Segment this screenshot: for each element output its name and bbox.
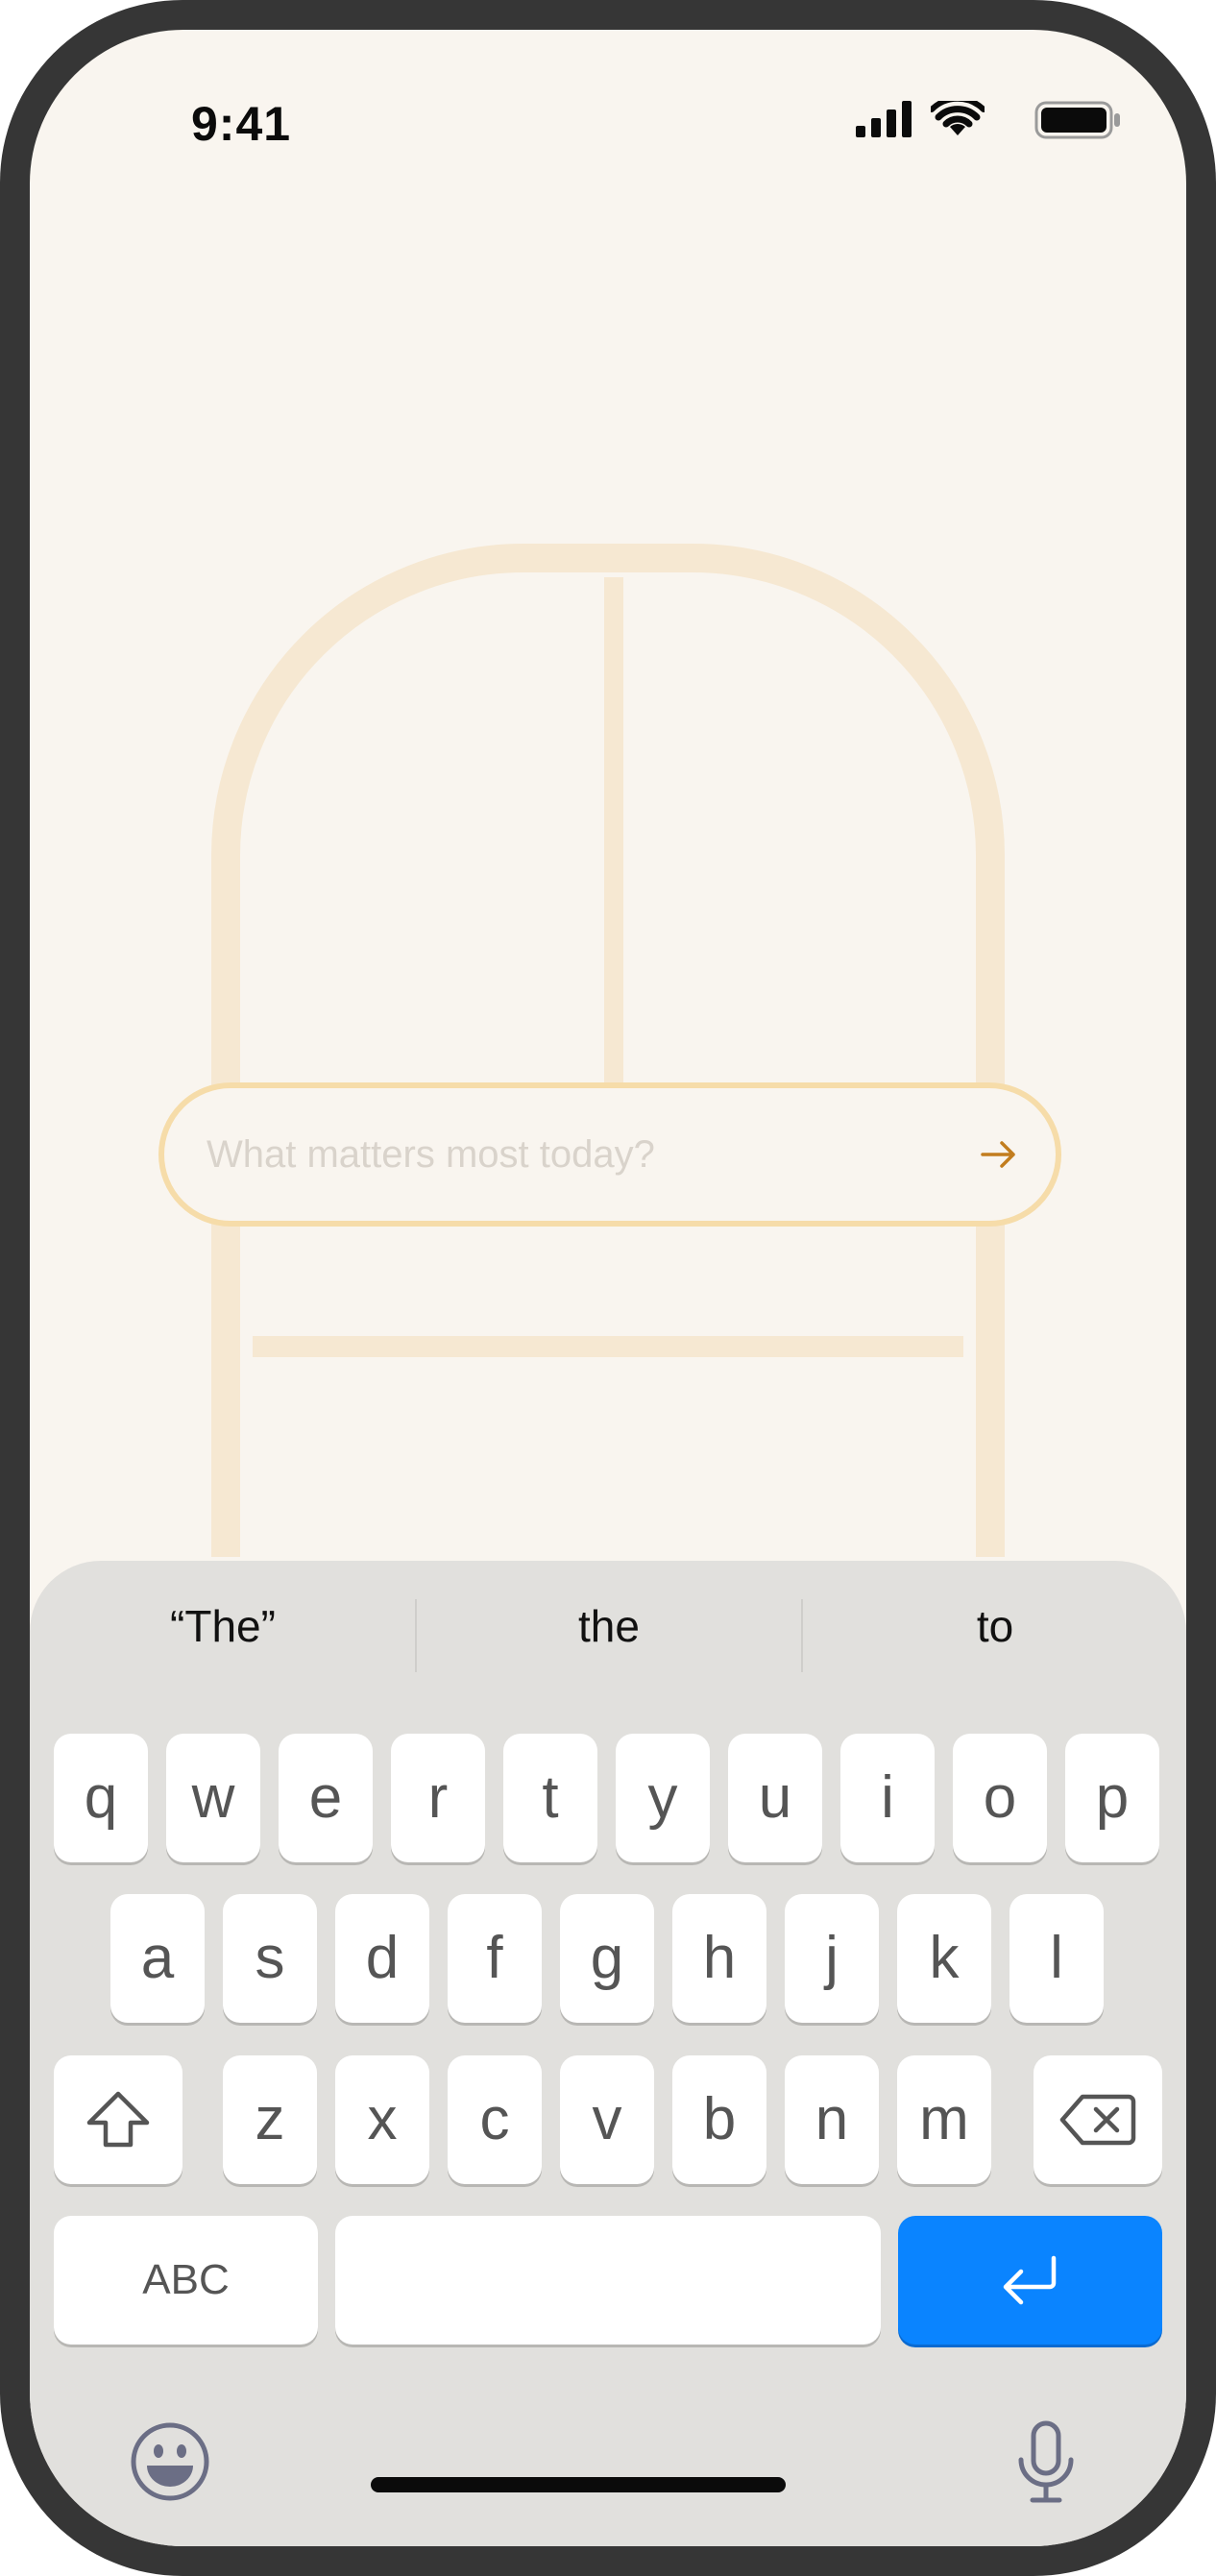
emoji-icon[interactable] [130, 2421, 210, 2502]
signal-icon [856, 101, 912, 137]
key-i[interactable]: i [840, 1734, 935, 1862]
key-e[interactable]: e [279, 1734, 373, 1862]
wifi-icon [931, 101, 985, 135]
prompt-input[interactable] [207, 1088, 936, 1221]
shift-key[interactable] [54, 2055, 182, 2184]
key-s[interactable]: s [223, 1894, 317, 2023]
screen: 9:41 What matters most today? “The” the … [30, 30, 1186, 2546]
suggestion-bar: “The” the to [30, 1561, 1186, 1693]
suggestion-1[interactable]: “The” [30, 1588, 416, 1665]
key-a[interactable]: a [110, 1894, 205, 2023]
key-v[interactable]: v [560, 2055, 654, 2184]
status-time: 9:41 [191, 97, 292, 151]
return-icon [1003, 2255, 1056, 2305]
key-h[interactable]: h [672, 1894, 766, 2023]
key-j[interactable]: j [785, 1894, 879, 2023]
home-indicator[interactable] [371, 2477, 786, 2492]
key-r[interactable]: r [391, 1734, 485, 1862]
battery-icon [1034, 101, 1120, 139]
space-key[interactable] [335, 2216, 881, 2345]
prompt-bar [158, 1082, 1061, 1227]
return-key[interactable] [898, 2216, 1162, 2345]
suggestion-2[interactable]: the [416, 1588, 802, 1665]
delete-icon [1059, 2094, 1136, 2146]
key-b[interactable]: b [672, 2055, 766, 2184]
keyboard: “The” the to q w e r t y u i o p a s d f… [30, 1561, 1186, 2546]
key-n[interactable]: n [785, 2055, 879, 2184]
key-p[interactable]: p [1065, 1734, 1159, 1862]
key-c[interactable]: c [448, 2055, 542, 2184]
phone-frame: 9:41 What matters most today? “The” the … [0, 0, 1216, 2576]
shift-icon [86, 2091, 150, 2148]
key-d[interactable]: d [335, 1894, 429, 2023]
key-z[interactable]: z [223, 2055, 317, 2184]
microphone-icon[interactable] [1015, 2419, 1077, 2504]
key-y[interactable]: y [616, 1734, 710, 1862]
key-l[interactable]: l [1009, 1894, 1104, 2023]
key-q[interactable]: q [54, 1734, 148, 1862]
status-icons [856, 101, 1125, 155]
arrow-right-icon[interactable] [975, 1130, 1023, 1179]
key-m[interactable]: m [897, 2055, 991, 2184]
key-w[interactable]: w [166, 1734, 260, 1862]
key-x[interactable]: x [335, 2055, 429, 2184]
delete-key[interactable] [1034, 2055, 1162, 2184]
key-u[interactable]: u [728, 1734, 822, 1862]
abc-key[interactable]: ABC [54, 2216, 318, 2345]
key-g[interactable]: g [560, 1894, 654, 2023]
key-t[interactable]: t [503, 1734, 597, 1862]
key-o[interactable]: o [953, 1734, 1047, 1862]
key-f[interactable]: f [448, 1894, 542, 2023]
key-k[interactable]: k [897, 1894, 991, 2023]
suggestion-3[interactable]: to [802, 1588, 1186, 1665]
